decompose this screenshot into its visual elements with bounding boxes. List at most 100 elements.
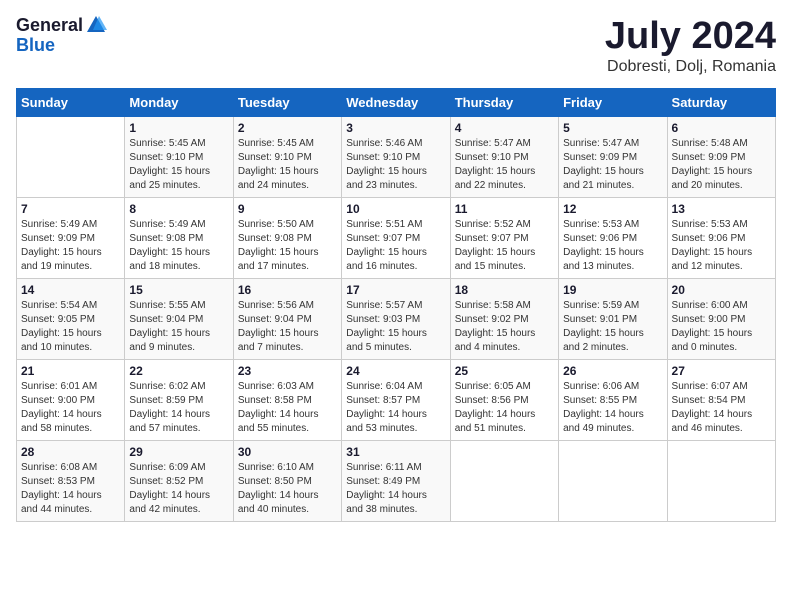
day-number: 22 [129,364,228,378]
day-number: 26 [563,364,662,378]
day-number: 16 [238,283,337,297]
title-block: July 2024 Dobresti, Dolj, Romania [605,16,776,76]
day-info: Sunrise: 5:49 AM Sunset: 9:09 PM Dayligh… [21,218,120,274]
calendar-cell: 21Sunrise: 6:01 AM Sunset: 9:00 PM Dayli… [17,359,125,440]
header: General Blue July 2024 Dobresti, Dolj, R… [16,16,776,76]
calendar-cell: 16Sunrise: 5:56 AM Sunset: 9:04 PM Dayli… [233,278,341,359]
calendar-week-row: 28 Sunrise: 6:08 AM Sunset: 8:53 PM Dayli… [17,440,776,521]
day-number: 10 [346,202,445,216]
calendar-cell: 18 Sunrise: 5:58 AM Sunset: 9:02 PM Dayli… [450,278,558,359]
calendar-cell: 20Sunrise: 6:00 AM Sunset: 9:00 PM Dayli… [667,278,775,359]
day-info: Sunrise: 6:08 AM Sunset: 8:53 PM Dayligh… [21,461,120,517]
day-info: Sunrise: 5:59 AM Sunset: 9:01 PM Dayligh… [563,299,662,355]
day-number: 15 [129,283,228,297]
calendar-cell: 14 Sunrise: 5:54 AM Sunset: 9:05 PM Dayli… [17,278,125,359]
day-number: 27 [672,364,771,378]
header-thursday: Thursday [450,88,558,116]
page-container: General Blue July 2024 Dobresti, Dolj, R… [0,0,792,532]
day-number: 17 [346,283,445,297]
day-info: Sunrise: 6:05 AM Sunset: 8:56 PM Dayligh… [455,380,554,436]
location: Dobresti, Dolj, Romania [605,58,776,76]
calendar-cell: 24Sunrise: 6:04 AM Sunset: 8:57 PM Dayli… [342,359,450,440]
calendar-cell: 22 Sunrise: 6:02 AM Sunset: 8:59 PM Dayli… [125,359,233,440]
day-info: Sunrise: 5:47 AM Sunset: 9:09 PM Dayligh… [563,137,662,193]
day-info: Sunrise: 6:11 AM Sunset: 8:49 PM Dayligh… [346,461,445,517]
calendar-cell [559,440,667,521]
logo-icon [85,14,107,36]
day-info: Sunrise: 5:51 AM Sunset: 9:07 PM Dayligh… [346,218,445,274]
calendar-cell: 29 Sunrise: 6:09 AM Sunset: 8:52 PM Dayli… [125,440,233,521]
day-info: Sunrise: 5:53 AM Sunset: 9:06 PM Dayligh… [563,218,662,274]
header-sunday: Sunday [17,88,125,116]
calendar-week-row: 14 Sunrise: 5:54 AM Sunset: 9:05 PM Dayli… [17,278,776,359]
calendar-cell: 26 Sunrise: 6:06 AM Sunset: 8:55 PM Dayli… [559,359,667,440]
day-number: 18 [455,283,554,297]
day-number: 7 [21,202,120,216]
calendar-cell: 11 Sunrise: 5:52 AM Sunset: 9:07 PM Dayli… [450,197,558,278]
calendar-cell [450,440,558,521]
day-number: 4 [455,121,554,135]
day-number: 30 [238,445,337,459]
day-info: Sunrise: 6:07 AM Sunset: 8:54 PM Dayligh… [672,380,771,436]
calendar-cell: 25 Sunrise: 6:05 AM Sunset: 8:56 PM Dayli… [450,359,558,440]
day-info: Sunrise: 5:45 AM Sunset: 9:10 PM Dayligh… [129,137,228,193]
calendar-cell: 31 Sunrise: 6:11 AM Sunset: 8:49 PM Dayli… [342,440,450,521]
day-number: 9 [238,202,337,216]
calendar-cell: 17 Sunrise: 5:57 AM Sunset: 9:03 PM Dayli… [342,278,450,359]
calendar-cell: 15 Sunrise: 5:55 AM Sunset: 9:04 PM Dayli… [125,278,233,359]
calendar-cell: 12 Sunrise: 5:53 AM Sunset: 9:06 PM Dayli… [559,197,667,278]
day-info: Sunrise: 5:49 AM Sunset: 9:08 PM Dayligh… [129,218,228,274]
calendar-cell: 2 Sunrise: 5:45 AM Sunset: 9:10 PM Daylig… [233,116,341,197]
calendar-cell: 3 Sunrise: 5:46 AM Sunset: 9:10 PM Daylig… [342,116,450,197]
day-number: 29 [129,445,228,459]
calendar-cell: 6Sunrise: 5:48 AM Sunset: 9:09 PM Daylig… [667,116,775,197]
day-number: 8 [129,202,228,216]
day-info: Sunrise: 5:58 AM Sunset: 9:02 PM Dayligh… [455,299,554,355]
day-info: Sunrise: 5:46 AM Sunset: 9:10 PM Dayligh… [346,137,445,193]
day-info: Sunrise: 6:06 AM Sunset: 8:55 PM Dayligh… [563,380,662,436]
calendar-cell [17,116,125,197]
calendar-week-row: 21Sunrise: 6:01 AM Sunset: 9:00 PM Dayli… [17,359,776,440]
day-number: 11 [455,202,554,216]
day-number: 13 [672,202,771,216]
day-number: 19 [563,283,662,297]
calendar-cell: 13Sunrise: 5:53 AM Sunset: 9:06 PM Dayli… [667,197,775,278]
day-number: 31 [346,445,445,459]
day-number: 23 [238,364,337,378]
day-info: Sunrise: 6:01 AM Sunset: 9:00 PM Dayligh… [21,380,120,436]
calendar-week-row: 1Sunrise: 5:45 AM Sunset: 9:10 PM Daylig… [17,116,776,197]
calendar-cell: 10 Sunrise: 5:51 AM Sunset: 9:07 PM Dayli… [342,197,450,278]
day-number: 3 [346,121,445,135]
calendar-week-row: 7 Sunrise: 5:49 AM Sunset: 9:09 PM Daylig… [17,197,776,278]
calendar-cell: 4 Sunrise: 5:47 AM Sunset: 9:10 PM Daylig… [450,116,558,197]
header-tuesday: Tuesday [233,88,341,116]
logo-general-text: General [16,16,83,36]
calendar-cell: 1Sunrise: 5:45 AM Sunset: 9:10 PM Daylig… [125,116,233,197]
header-monday: Monday [125,88,233,116]
day-info: Sunrise: 5:54 AM Sunset: 9:05 PM Dayligh… [21,299,120,355]
day-number: 2 [238,121,337,135]
day-number: 25 [455,364,554,378]
day-info: Sunrise: 6:09 AM Sunset: 8:52 PM Dayligh… [129,461,228,517]
day-number: 12 [563,202,662,216]
day-info: Sunrise: 5:55 AM Sunset: 9:04 PM Dayligh… [129,299,228,355]
header-wednesday: Wednesday [342,88,450,116]
day-info: Sunrise: 5:48 AM Sunset: 9:09 PM Dayligh… [672,137,771,193]
day-number: 24 [346,364,445,378]
day-info: Sunrise: 5:47 AM Sunset: 9:10 PM Dayligh… [455,137,554,193]
day-info: Sunrise: 6:02 AM Sunset: 8:59 PM Dayligh… [129,380,228,436]
calendar-cell: 28 Sunrise: 6:08 AM Sunset: 8:53 PM Dayli… [17,440,125,521]
day-info: Sunrise: 5:45 AM Sunset: 9:10 PM Dayligh… [238,137,337,193]
logo: General Blue [16,16,107,56]
day-number: 14 [21,283,120,297]
day-number: 20 [672,283,771,297]
calendar-cell: 27 Sunrise: 6:07 AM Sunset: 8:54 PM Dayli… [667,359,775,440]
day-number: 28 [21,445,120,459]
month-title: July 2024 [605,16,776,58]
day-info: Sunrise: 5:52 AM Sunset: 9:07 PM Dayligh… [455,218,554,274]
calendar-cell: 19 Sunrise: 5:59 AM Sunset: 9:01 PM Dayli… [559,278,667,359]
day-info: Sunrise: 5:57 AM Sunset: 9:03 PM Dayligh… [346,299,445,355]
calendar-cell: 7 Sunrise: 5:49 AM Sunset: 9:09 PM Daylig… [17,197,125,278]
day-info: Sunrise: 5:50 AM Sunset: 9:08 PM Dayligh… [238,218,337,274]
calendar-header-row: SundayMondayTuesdayWednesdayThursdayFrid… [17,88,776,116]
